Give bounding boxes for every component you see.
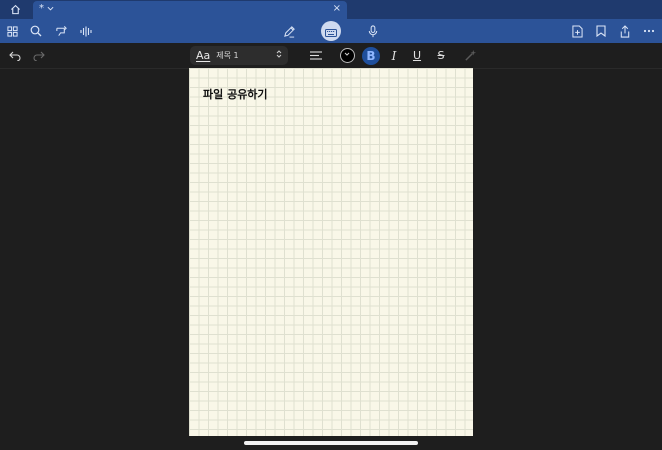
magic-icon[interactable] <box>462 43 478 68</box>
microphone-icon[interactable] <box>365 19 381 43</box>
main-toolbar <box>0 19 662 43</box>
style-name: 제목 1 <box>216 51 239 60</box>
underline-button[interactable]: U <box>410 43 424 68</box>
home-icon <box>10 0 21 19</box>
keyboard-icon <box>325 22 337 41</box>
undo-icon[interactable] <box>7 43 23 68</box>
tab-close-button[interactable]: × <box>333 3 341 14</box>
chevron-down-icon <box>47 3 54 14</box>
document-page[interactable]: 파일 공유하기 <box>189 68 473 436</box>
audio-wave-icon[interactable] <box>78 19 94 43</box>
document-tab[interactable]: * × <box>33 1 347 19</box>
italic-button[interactable]: I <box>387 43 401 68</box>
search-icon[interactable] <box>28 19 44 43</box>
pen-icon[interactable] <box>281 19 297 43</box>
add-page-icon[interactable] <box>569 19 585 43</box>
document-tab-title[interactable]: * <box>39 3 54 14</box>
bold-button[interactable]: B <box>362 47 380 65</box>
format-bar: Aa 제목 1 <box>0 43 662 69</box>
grid-icon[interactable] <box>4 19 20 43</box>
lasso-icon[interactable] <box>53 19 69 43</box>
home-tab[interactable] <box>0 0 31 19</box>
home-indicator <box>244 441 418 445</box>
share-icon[interactable] <box>617 19 633 43</box>
document-heading[interactable]: 파일 공유하기 <box>203 86 268 102</box>
bookmark-icon[interactable] <box>593 19 609 43</box>
align-icon[interactable] <box>308 43 324 68</box>
more-icon[interactable] <box>641 19 657 43</box>
strikethrough-button[interactable]: S <box>434 43 448 68</box>
chevron-down-icon <box>344 51 350 58</box>
text-style-icon: Aa <box>196 49 211 62</box>
keyboard-mode-button[interactable] <box>321 21 341 41</box>
text-color-button[interactable] <box>340 48 355 63</box>
chevron-updown-icon <box>276 49 282 60</box>
paragraph-style-picker[interactable]: Aa 제목 1 <box>190 46 288 65</box>
redo-icon[interactable] <box>31 43 47 68</box>
